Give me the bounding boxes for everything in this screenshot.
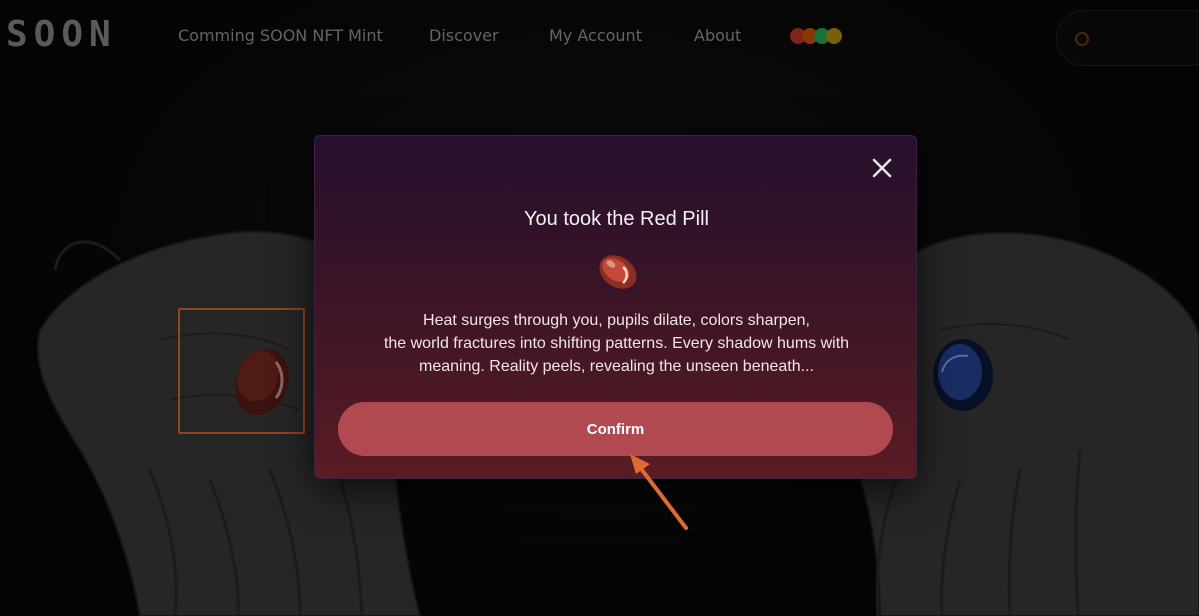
modal-title: You took the Red Pill [524, 208, 709, 230]
red-pill-modal: You took the Red Pill Heat surges throug… [314, 135, 917, 479]
modal-description-line: the world fractures into shifting patter… [383, 335, 850, 352]
pointer-arrow-icon [630, 454, 688, 530]
modal-description-line: Heat surges through you, pupils dilate, … [423, 312, 810, 329]
confirm-button[interactable]: Confirm [338, 402, 893, 456]
page: SOON Comming SOON NFT Mint Discover My A… [0, 0, 1199, 616]
modal-description-line: meaning. Reality peels, revealing the un… [419, 358, 814, 375]
red-pill-icon [595, 249, 641, 295]
modal-description: Heat surges through you, pupils dilate, … [335, 309, 898, 378]
close-icon[interactable] [870, 156, 894, 180]
